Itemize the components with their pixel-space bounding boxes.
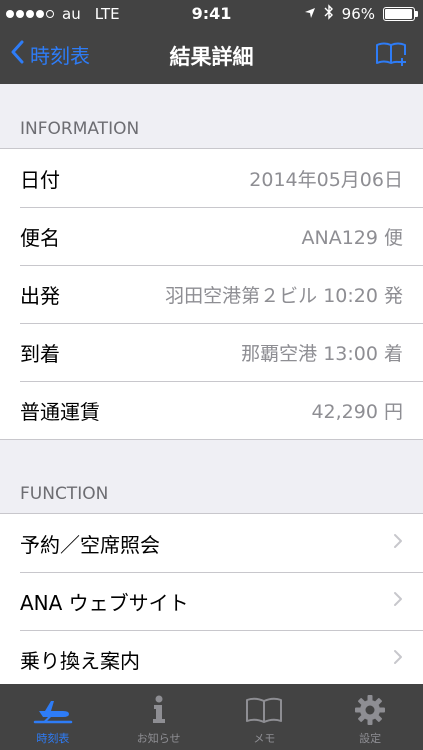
info-row-value: 那覇空港 13:00 着 xyxy=(241,342,403,365)
info-row-value: 2014年05月06日 xyxy=(249,168,403,191)
tab-label: 設定 xyxy=(359,732,382,745)
book-icon xyxy=(244,692,284,728)
info-row-label: 到着 xyxy=(20,341,60,366)
information-group: 日付 2014年05月06日 便名 ANA129 便 出発 羽田空港第２ビル 1… xyxy=(0,148,423,440)
info-row-fare: 普通運賃 42,290 円 xyxy=(0,381,423,439)
reservation-link[interactable]: 予約／空席照会 xyxy=(0,514,423,572)
location-arrow-icon xyxy=(304,5,316,23)
function-row-label: 予約／空席照会 xyxy=(20,532,160,557)
info-row-label: 日付 xyxy=(20,167,60,192)
function-group: 予約／空席照会 ANA ウェブサイト 乗り換え案内 xyxy=(0,513,423,684)
info-row-value: ANA129 便 xyxy=(301,226,403,249)
information-section-header: INFORMATION xyxy=(20,119,140,139)
battery-percentage: 96% xyxy=(341,5,375,23)
bluetooth-icon xyxy=(324,4,334,24)
bookmark-add-icon xyxy=(375,42,409,72)
status-bar: au LTE 9:41 96% xyxy=(0,0,423,28)
transfer-guide-link[interactable]: 乗り換え案内 xyxy=(0,630,423,684)
tab-notices[interactable]: お知らせ xyxy=(106,684,212,750)
status-right: 96% xyxy=(304,4,418,24)
airplane-icon xyxy=(33,692,73,728)
chevron-right-icon xyxy=(393,533,403,553)
ana-website-link[interactable]: ANA ウェブサイト xyxy=(0,572,423,630)
function-row-label: 乗り換え案内 xyxy=(20,648,140,673)
bookmark-add-button[interactable] xyxy=(375,40,409,72)
chevron-right-icon xyxy=(393,591,403,611)
info-row-flight: 便名 ANA129 便 xyxy=(0,207,423,265)
gear-icon xyxy=(354,692,386,728)
tab-label: メモ xyxy=(253,732,276,745)
detail-content[interactable]: INFORMATION 日付 2014年05月06日 便名 ANA129 便 出… xyxy=(0,84,423,684)
chevron-right-icon xyxy=(393,649,403,669)
chevron-left-icon xyxy=(10,40,24,69)
info-row-label: 出発 xyxy=(20,283,60,308)
navigation-bar: 時刻表 結果詳細 xyxy=(0,28,423,84)
info-row-date: 日付 2014年05月06日 xyxy=(0,149,423,207)
function-section-header: FUNCTION xyxy=(20,484,109,504)
back-button-label: 時刻表 xyxy=(30,44,90,68)
tab-memo[interactable]: メモ xyxy=(212,684,318,750)
info-row-label: 普通運賃 xyxy=(20,399,100,424)
info-row-arrival: 到着 那覇空港 13:00 着 xyxy=(0,323,423,381)
back-button[interactable]: 時刻表 xyxy=(10,40,90,69)
info-row-departure: 出発 羽田空港第２ビル 10:20 発 xyxy=(0,265,423,323)
tab-settings[interactable]: 設定 xyxy=(317,684,423,750)
tab-bar: 時刻表 お知らせ メモ 設定 xyxy=(0,684,423,750)
info-row-value: 42,290 円 xyxy=(311,400,403,423)
tab-label: 時刻表 xyxy=(36,732,70,745)
tab-label: お知らせ xyxy=(136,732,181,745)
battery-fill xyxy=(385,9,412,19)
tab-timetable[interactable]: 時刻表 xyxy=(0,684,106,750)
function-row-label: ANA ウェブサイト xyxy=(20,590,189,615)
info-row-value: 羽田空港第２ビル 10:20 発 xyxy=(165,284,403,307)
battery-icon xyxy=(383,7,418,21)
info-icon xyxy=(149,692,169,728)
info-row-label: 便名 xyxy=(20,225,60,250)
